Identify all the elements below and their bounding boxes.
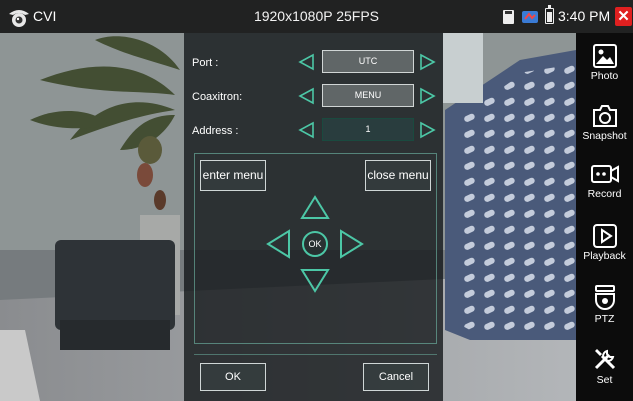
playback-icon [592,224,617,248]
photo-button[interactable]: Photo [576,39,633,97]
snapshot-button[interactable]: Snapshot [576,99,633,157]
port-value: UTC [322,50,414,73]
resolution-label: 1920x1080P 25FPS [253,8,380,24]
close-button[interactable]: ✕ [615,7,632,26]
snapshot-label: Snapshot [582,130,627,142]
address-next-arrow-icon[interactable] [419,121,437,139]
playback-button[interactable]: Playback [576,219,633,277]
enter-menu-button[interactable]: enter menu [200,160,266,191]
network-icon [522,11,538,23]
photo-label: Photo [590,70,619,82]
ptz-label: PTZ [594,313,615,325]
direction-pad: OK [265,194,365,294]
dpad-right-arrow-icon[interactable] [340,229,364,259]
address-value[interactable]: 1 [322,118,414,141]
cancel-button[interactable]: Cancel [363,363,429,391]
playback-label: Playback [583,250,626,262]
port-prev-arrow-icon[interactable] [297,53,315,71]
set-button[interactable]: Set [576,341,633,399]
dpad-left-arrow-icon[interactable] [266,229,290,259]
control-area: enter menu close menu OK [194,153,437,344]
clock: 3:40 PM [558,8,611,24]
port-label: Port : [192,57,219,69]
record-icon [590,165,619,183]
dpad-ok-button[interactable]: OK [303,237,327,251]
right-toolbar: Photo Snapshot Record Playback PTZ Set [576,33,633,401]
ok-button[interactable]: OK [200,363,266,391]
close-menu-button[interactable]: close menu [365,160,431,191]
photo-icon [592,44,617,68]
ptz-control-panel: Port : UTC Coaxitron: MENU Address : 1 e… [184,33,443,401]
battery-icon [545,5,554,24]
record-label: Record [587,188,622,200]
coaxitron-value: MENU [322,84,414,107]
tools-icon [594,349,615,370]
sd-card-icon [503,10,514,24]
status-bar: CVI 1920x1080P 25FPS 3:40 PM ✕ [0,0,633,33]
dpad-down-arrow-icon[interactable] [300,269,330,293]
set-label: Set [596,374,613,386]
coaxitron-label: Coaxitron: [192,91,243,103]
coaxitron-next-arrow-icon[interactable] [419,87,437,105]
port-next-arrow-icon[interactable] [419,53,437,71]
footer-divider [194,354,437,355]
address-prev-arrow-icon[interactable] [297,121,315,139]
address-label: Address : [192,125,239,137]
coaxitron-prev-arrow-icon[interactable] [297,87,315,105]
record-button[interactable]: Record [576,157,633,215]
ptz-camera-icon [594,285,615,310]
ptz-button[interactable]: PTZ [576,280,633,338]
dpad-up-arrow-icon[interactable] [300,195,330,219]
camera-icon [592,105,617,127]
